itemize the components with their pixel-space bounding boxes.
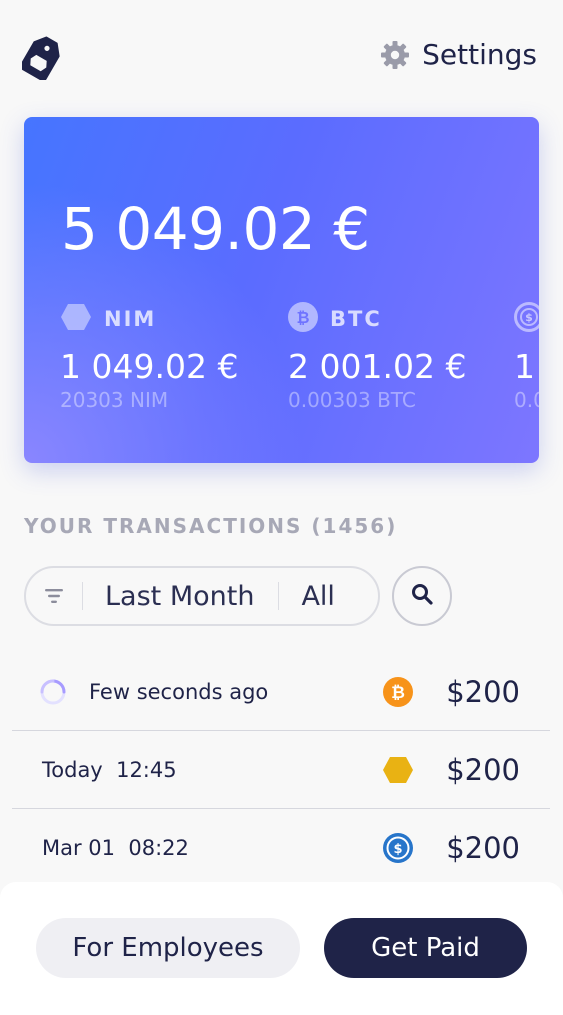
transaction-amount: $200 bbox=[446, 753, 520, 787]
search-icon bbox=[411, 583, 433, 609]
gear-icon bbox=[380, 40, 410, 70]
for-employees-button[interactable]: For Employees bbox=[36, 918, 300, 978]
transactions-title: YOUR TRANSACTIONS (1456) bbox=[24, 514, 398, 538]
scope-filter[interactable]: All bbox=[279, 581, 334, 612]
transaction-time: Few seconds ago bbox=[89, 680, 269, 704]
svg-text:₿: ₿ bbox=[391, 683, 405, 703]
asset-ticker: BTC bbox=[330, 307, 382, 331]
asset-fiat-value: 1 bbox=[514, 347, 535, 386]
transaction-row[interactable]: Few seconds ago ₿ $200 bbox=[12, 653, 550, 731]
balance-card: 5 049.02 € NIM 1 049.02 € 20303 NIM ₿ BT… bbox=[24, 117, 539, 463]
transaction-time: Today 12:45 bbox=[42, 758, 177, 782]
transaction-amount: $200 bbox=[446, 675, 520, 709]
transaction-row[interactable]: Mar 01 08:22 $ $200 bbox=[12, 809, 550, 887]
transaction-filter-bar: Last Month All bbox=[24, 566, 380, 626]
svg-text:$: $ bbox=[525, 311, 533, 324]
transaction-time: Mar 01 08:22 bbox=[42, 836, 189, 860]
filter-icon[interactable] bbox=[26, 568, 82, 624]
svg-text:₿: ₿ bbox=[296, 308, 309, 327]
asset-crypto-amount: 0.0 bbox=[514, 388, 539, 412]
settings-button[interactable]: Settings bbox=[380, 38, 537, 71]
search-button[interactable] bbox=[392, 566, 452, 626]
asset-fiat-value: 1 049.02 € bbox=[60, 347, 239, 386]
bottom-action-bar: For Employees Get Paid bbox=[0, 882, 563, 1015]
usdc-icon: $ bbox=[514, 302, 539, 336]
get-paid-button[interactable]: Get Paid bbox=[324, 918, 527, 978]
pending-spinner-icon bbox=[39, 678, 67, 706]
asset-nim[interactable]: NIM 1 049.02 € 20303 NIM bbox=[60, 303, 238, 412]
nim-hexagon-icon bbox=[60, 303, 92, 335]
asset-ticker: NIM bbox=[104, 307, 157, 331]
usdc-icon: $ bbox=[382, 832, 414, 864]
total-balance: 5 049.02 € bbox=[61, 195, 370, 263]
settings-label: Settings bbox=[422, 38, 537, 71]
asset-btc[interactable]: ₿ BTC 2 001.02 € 0.00303 BTC bbox=[288, 302, 467, 412]
period-filter[interactable]: Last Month bbox=[83, 581, 278, 612]
asset-crypto-amount: 0.00303 BTC bbox=[288, 388, 416, 412]
tag-icon[interactable] bbox=[19, 34, 62, 82]
asset-fiat-value: 2 001.02 € bbox=[288, 347, 467, 386]
asset-crypto-amount: 20303 NIM bbox=[60, 388, 169, 412]
transaction-amount: $200 bbox=[446, 831, 520, 865]
asset-usdc[interactable]: $ 1 0.0 bbox=[514, 302, 539, 412]
svg-text:$: $ bbox=[393, 842, 402, 857]
transaction-row[interactable]: Today 12:45 $200 bbox=[12, 731, 550, 809]
nim-hexagon-icon bbox=[382, 754, 414, 786]
bitcoin-icon: ₿ bbox=[288, 302, 318, 336]
bitcoin-icon: ₿ bbox=[382, 676, 414, 708]
